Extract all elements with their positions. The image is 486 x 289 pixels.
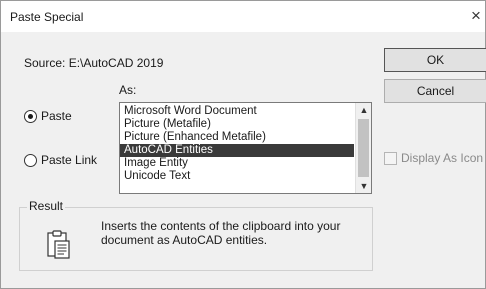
as-label: As: [119, 83, 137, 97]
dialog-title: Paste Special [10, 10, 84, 24]
list-item[interactable]: Unicode Text [120, 170, 354, 183]
paste-link-radio-button[interactable] [24, 153, 37, 167]
result-label: Result [27, 199, 66, 213]
paste-special-dialog: Paste Special × Source: E:\AutoCAD 2019 … [0, 0, 486, 289]
format-listbox[interactable]: Microsoft Word Document Picture (Metafil… [119, 102, 372, 194]
ok-button[interactable]: OK [384, 48, 486, 72]
list-item[interactable]: Picture (Metafile) [120, 118, 354, 131]
cancel-button[interactable]: Cancel [384, 79, 486, 103]
paste-link-radio-label: Paste Link [41, 153, 98, 167]
scroll-down-arrow-icon[interactable]: ▼ [356, 179, 371, 193]
scroll-thumb[interactable] [358, 119, 369, 177]
paste-link-radio-option[interactable]: Paste Link [24, 153, 97, 167]
paste-radio-label: Paste [41, 109, 72, 123]
display-as-icon-checkbox[interactable] [384, 151, 397, 165]
close-icon[interactable]: × [467, 6, 485, 26]
list-item[interactable]: Microsoft Word Document [120, 105, 354, 118]
scroll-up-arrow-icon[interactable]: ▲ [356, 103, 371, 117]
list-item-selected[interactable]: AutoCAD Entities [120, 144, 354, 157]
clipboard-paste-icon [46, 230, 72, 260]
result-description: Inserts the contents of the clipboard in… [101, 219, 341, 247]
paste-radio-button[interactable] [24, 109, 37, 123]
listbox-scrollbar[interactable]: ▲ ▼ [355, 103, 371, 193]
display-as-icon-label: Display As Icon [401, 151, 484, 165]
paste-radio-option[interactable]: Paste [24, 109, 72, 123]
title-bar[interactable]: Paste Special × [1, 1, 485, 32]
list-item[interactable]: Picture (Enhanced Metafile) [120, 131, 354, 144]
display-as-icon-option[interactable]: Display As Icon [384, 151, 483, 165]
list-item[interactable]: Image Entity [120, 157, 354, 170]
source-text: Source: E:\AutoCAD 2019 [24, 56, 164, 70]
